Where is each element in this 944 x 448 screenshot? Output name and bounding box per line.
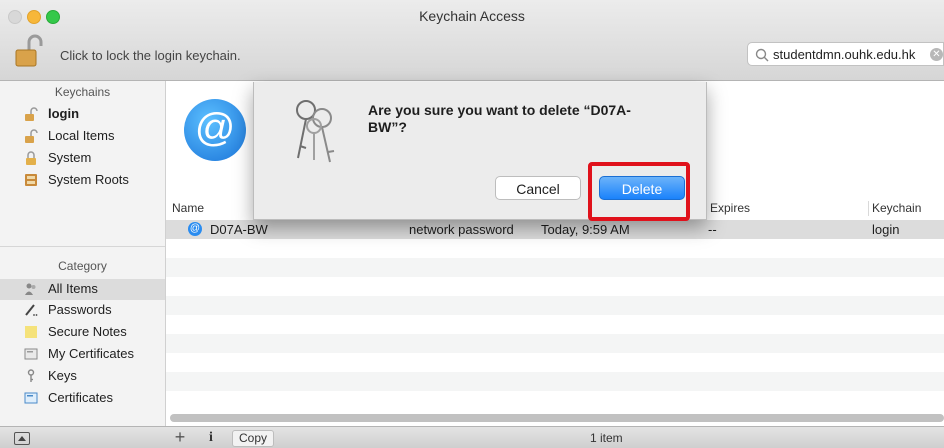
empty-row [166, 353, 944, 372]
category-item-keys[interactable]: Keys [0, 366, 165, 387]
empty-row [166, 258, 944, 277]
people-icon [25, 283, 36, 295]
bottom-bar: + i Copy 1 item [0, 426, 944, 448]
row-date-modified: Today, 9:59 AM [541, 222, 630, 237]
item-count: 1 item [590, 431, 623, 445]
keychains-header: Keychains [54, 85, 111, 99]
lock-keychain-button[interactable] [14, 34, 44, 68]
annotation-highlight-box [588, 162, 690, 221]
eject-triangle-icon [18, 436, 26, 441]
column-header-keychain[interactable]: Keychain [872, 201, 921, 215]
sidebar-item-system[interactable]: System [0, 148, 165, 169]
pen-icon [25, 304, 38, 316]
row-name: D07A-BW [210, 222, 268, 237]
window-title: Keychain Access [419, 8, 525, 24]
row-kind: network password [409, 222, 514, 237]
dialog-message: Are you sure you want to delete “D07A-BW… [368, 102, 631, 135]
unlocked-padlock-icon [25, 107, 38, 121]
sidebar: Keychains login Local Items System Syste… [0, 81, 166, 426]
category-item-my-certificates[interactable]: My Certificates [0, 344, 165, 365]
locked-padlock-icon [26, 151, 36, 165]
row-keychain: login [872, 222, 900, 237]
toggle-sidebar-button[interactable] [14, 432, 30, 445]
search-icon [755, 48, 769, 62]
sidebar-item-label: Local Items [48, 128, 115, 143]
sidebar-item-label: login [48, 106, 80, 121]
lock-keychain-label: Click to lock the login keychain. [60, 48, 241, 63]
empty-row [166, 391, 944, 410]
search-input-value[interactable]: studentdmn.ouhk.edu.hk [773, 47, 915, 62]
column-header-expires[interactable]: Expires [710, 201, 750, 215]
category-item-label: Passwords [48, 302, 112, 317]
category-item-secure-notes[interactable]: Secure Notes [0, 322, 165, 343]
unlocked-padlock-icon [15, 34, 43, 67]
sidebar-item-label: System Roots [48, 172, 129, 187]
row-expires: -- [708, 222, 717, 237]
category-item-label: Secure Notes [48, 324, 127, 339]
search-field[interactable]: studentdmn.ouhk.edu.hk ✕ [747, 42, 944, 66]
category-header: Category [58, 259, 107, 273]
unlocked-padlock-icon [25, 129, 38, 143]
keys-icon [296, 100, 335, 163]
cancel-button[interactable]: Cancel [495, 176, 581, 200]
column-header-name[interactable]: Name [172, 201, 204, 215]
empty-row [166, 277, 944, 296]
empty-row [166, 239, 944, 258]
certificate-icon [24, 392, 38, 404]
copy-button[interactable]: Copy [232, 430, 274, 447]
category-item-certificates[interactable]: Certificates [0, 388, 165, 409]
cabinet-icon [25, 174, 37, 186]
category-item-passwords[interactable]: Passwords [0, 300, 165, 321]
table-row[interactable]: @ D07A-BW network password Today, 9:59 A… [166, 220, 944, 239]
category-item-label: All Items [48, 281, 98, 296]
title-bar: Keychain Access Click to lock the login … [0, 0, 944, 81]
info-button[interactable]: i [206, 430, 216, 445]
empty-row [166, 334, 944, 353]
sidebar-item-local-items[interactable]: Local Items [0, 126, 165, 147]
category-item-label: Certificates [48, 390, 114, 405]
sidebar-item-label: System [48, 150, 92, 165]
certificate-icon [24, 348, 38, 360]
sidebar-divider [0, 246, 165, 247]
sidebar-item-system-roots[interactable]: System Roots [0, 170, 165, 191]
key-icon [27, 369, 35, 382]
sidebar-item-login[interactable]: login [0, 104, 165, 125]
category-item-all-items[interactable]: All Items [0, 279, 165, 300]
column-separator [868, 201, 869, 216]
note-icon [25, 326, 37, 338]
empty-row [166, 372, 944, 391]
horizontal-scrollbar[interactable] [170, 414, 944, 422]
add-item-button[interactable]: + [172, 428, 188, 446]
network-password-icon: @ [188, 222, 202, 236]
network-password-icon: @ [184, 99, 246, 161]
empty-row [166, 315, 944, 334]
clear-search-icon[interactable]: ✕ [930, 48, 943, 61]
empty-row [166, 296, 944, 315]
category-item-label: My Certificates [48, 346, 134, 361]
category-item-label: Keys [48, 368, 77, 383]
